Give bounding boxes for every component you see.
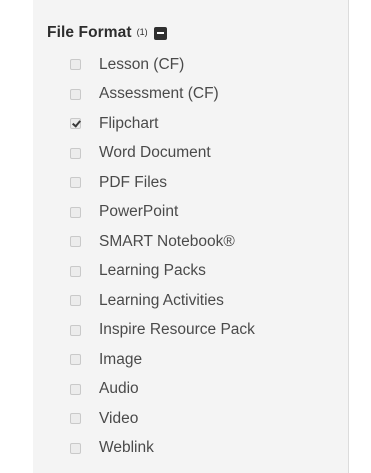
option-label: PDF Files [99, 173, 168, 191]
option-label: Word Document [99, 144, 211, 162]
option-smart-notebook[interactable]: SMART Notebook® [70, 227, 255, 257]
option-inspire-resource-pack[interactable]: Inspire Resource Pack [70, 316, 255, 346]
option-video[interactable]: Video [70, 404, 255, 434]
filter-title: File Format [47, 24, 132, 41]
option-word-document[interactable]: Word Document [70, 139, 255, 169]
checkbox[interactable] [70, 383, 81, 395]
checkbox[interactable] [70, 59, 81, 71]
filter-header: File Format (1) [47, 22, 167, 44]
checkbox[interactable] [70, 324, 81, 336]
checkbox[interactable] [70, 265, 81, 277]
option-powerpoint[interactable]: PowerPoint [70, 198, 255, 228]
option-label: SMART Notebook® [99, 232, 235, 250]
option-label: Image [99, 350, 143, 368]
checkbox[interactable] [70, 177, 81, 189]
option-learning-activities[interactable]: Learning Activities [70, 286, 255, 316]
checkbox[interactable] [70, 295, 81, 307]
option-label: Inspire Resource Pack [99, 321, 255, 339]
left-margin [0, 0, 33, 473]
checkbox[interactable] [70, 236, 81, 248]
checkbox[interactable] [70, 88, 81, 100]
option-label: Learning Packs [99, 262, 206, 280]
option-learning-packs[interactable]: Learning Packs [70, 257, 255, 287]
checkbox[interactable] [70, 354, 81, 366]
filter-selected-count: (1) [136, 27, 148, 37]
option-label: Audio [99, 380, 139, 398]
option-weblink[interactable]: Weblink [70, 434, 255, 464]
file-format-options: Lesson (CF) Assessment (CF) Flipchart Wo… [70, 50, 255, 463]
option-label: Assessment (CF) [99, 85, 219, 103]
option-lesson-cf[interactable]: Lesson (CF) [70, 50, 255, 80]
file-format-filter-frame: File Format (1) Lesson (CF) Assessment (… [0, 0, 371, 473]
checkbox[interactable] [70, 206, 81, 218]
option-label: Lesson (CF) [99, 55, 185, 73]
option-label: Learning Activities [99, 291, 224, 309]
option-assessment-cf[interactable]: Assessment (CF) [70, 80, 255, 110]
minus-square-icon[interactable] [153, 26, 167, 40]
option-flipchart[interactable]: Flipchart [70, 109, 255, 139]
option-image[interactable]: Image [70, 345, 255, 375]
option-label: PowerPoint [99, 203, 179, 221]
checkbox[interactable] [70, 413, 81, 425]
checkbox[interactable] [70, 118, 81, 130]
checkbox[interactable] [70, 442, 81, 454]
option-audio[interactable]: Audio [70, 375, 255, 405]
option-label: Weblink [99, 439, 154, 457]
option-label: Video [99, 409, 139, 427]
checkbox[interactable] [70, 147, 81, 159]
option-pdf-files[interactable]: PDF Files [70, 168, 255, 198]
option-label: Flipchart [99, 114, 159, 132]
